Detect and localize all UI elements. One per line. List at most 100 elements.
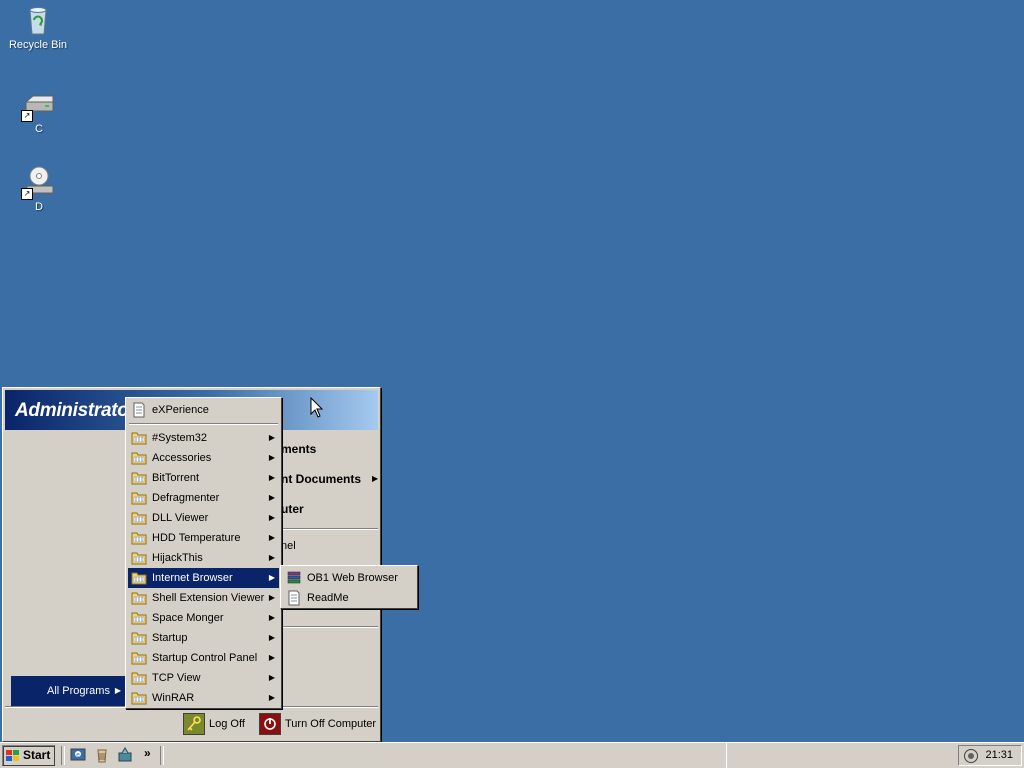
menu-item-dll-viewer[interactable]: DLL Viewer ▶ xyxy=(128,508,279,528)
mouse-cursor-icon xyxy=(310,396,324,422)
program-folder-icon xyxy=(131,430,147,446)
submenu-arrow-icon: ▶ xyxy=(268,513,275,522)
menu-item-label: ReadMe xyxy=(307,592,349,604)
submenu-arrow-icon: ▶ xyxy=(268,673,275,682)
menu-item-label: Startup xyxy=(152,632,188,644)
submenu-arrow-icon: ▶ xyxy=(268,453,275,462)
log-off-label: Log Off xyxy=(209,718,245,730)
desktop-icon-label: Recycle Bin xyxy=(8,39,68,51)
menu-item-hdd-temperature[interactable]: HDD Temperature ▶ xyxy=(128,528,279,548)
menu-item-label: DLL Viewer xyxy=(152,512,209,524)
desktop-icon-drive-c[interactable]: ↗ C xyxy=(1,88,77,135)
menu-item-label: Startup Control Panel xyxy=(152,652,258,664)
rar-stack-icon xyxy=(286,570,302,586)
program-folder-icon xyxy=(131,550,147,566)
desktop-icon-label: C xyxy=(35,123,43,135)
program-folder-icon xyxy=(131,490,147,506)
menu-item-label: eXPerience xyxy=(152,404,209,416)
submenu-arrow-icon: ▶ xyxy=(268,593,275,602)
divider xyxy=(283,528,378,530)
menu-item-startup[interactable]: Startup ▶ xyxy=(128,628,279,648)
menu-item-accessories[interactable]: Accessories ▶ xyxy=(128,448,279,468)
all-programs-label: All Programs xyxy=(47,685,110,697)
submenu-arrow-icon: ▶ xyxy=(268,613,275,622)
volume-icon[interactable] xyxy=(963,748,979,767)
start-item-my-computer[interactable]: uter xyxy=(281,502,304,516)
submenu-arrow-icon: ▶ xyxy=(268,653,275,662)
menu-item-ob1-web-browser[interactable]: OB1 Web Browser xyxy=(283,568,415,588)
menu-item-defragmenter[interactable]: Defragmenter ▶ xyxy=(128,488,279,508)
desktop-icon-recycle-bin[interactable]: Recycle Bin xyxy=(0,4,76,51)
submenu-arrow-icon: ▶ xyxy=(268,433,275,442)
menu-item-label: OB1 Web Browser xyxy=(307,572,398,584)
program-folder-icon xyxy=(131,530,147,546)
submenu-arrow-icon: ▶ xyxy=(268,473,275,482)
menu-item-label: BitTorrent xyxy=(152,472,200,484)
windows-logo-icon xyxy=(6,749,20,767)
menu-item-internet-browser[interactable]: Internet Browser ▶ xyxy=(128,568,279,588)
menu-item-space-monger[interactable]: Space Monger ▶ xyxy=(128,608,279,628)
power-icon xyxy=(259,713,281,735)
menu-item-label: #System32 xyxy=(152,432,208,444)
submenu-arrow-icon: ▶ xyxy=(268,573,275,582)
program-folder-icon xyxy=(131,610,147,626)
start-item-recent-documents[interactable]: nt Documents xyxy=(281,472,361,486)
menu-item-label: HDD Temperature xyxy=(152,532,241,544)
menu-item-system32[interactable]: #System32 ▶ xyxy=(128,428,279,448)
start-item-control-panel[interactable]: nel xyxy=(281,540,296,552)
start-item-my-documents[interactable]: ments xyxy=(281,442,316,456)
divider xyxy=(283,626,378,628)
submenu-arrow-icon: ▶ xyxy=(268,493,275,502)
menu-item-tcp-view[interactable]: TCP View ▶ xyxy=(128,668,279,688)
submenu-arrow-icon: ▶ xyxy=(268,693,275,702)
key-icon xyxy=(183,713,205,735)
shortcut-arrow-icon: ↗ xyxy=(21,110,33,122)
quick-launch-more-button[interactable]: » xyxy=(144,746,151,760)
program-folder-icon xyxy=(131,570,147,586)
taskbar: Start e » 21:31 xyxy=(0,742,1024,768)
recycle-quick-launch-icon[interactable] xyxy=(94,747,110,763)
system-tray: 21:31 xyxy=(958,745,1022,766)
recycle-bin-icon xyxy=(22,4,54,36)
hard-drive-icon: ↗ xyxy=(21,88,55,122)
menu-item-experience[interactable]: eXPerience xyxy=(128,400,279,420)
start-button[interactable]: Start xyxy=(2,745,55,766)
menu-item-winrar[interactable]: WinRAR ▶ xyxy=(128,688,279,708)
program-folder-icon xyxy=(131,510,147,526)
menu-item-label: Space Monger xyxy=(152,612,224,624)
submenu-arrow-icon: ▶ xyxy=(268,533,275,542)
tools-quick-launch-icon[interactable] xyxy=(117,747,133,763)
menu-item-bittorrent[interactable]: BitTorrent ▶ xyxy=(128,468,279,488)
menu-item-hijackthis[interactable]: HijackThis ▶ xyxy=(128,548,279,568)
svg-text:e: e xyxy=(76,752,80,759)
show-desktop-icon[interactable]: e xyxy=(70,747,86,763)
desktop-icon-label: D xyxy=(35,201,43,213)
program-folder-icon xyxy=(131,590,147,606)
divider xyxy=(129,423,278,425)
menu-item-readme[interactable]: ReadMe xyxy=(283,588,415,608)
menu-item-label: Accessories xyxy=(152,452,212,464)
document-icon xyxy=(131,402,147,418)
user-name: Administrator xyxy=(15,400,136,421)
program-folder-icon xyxy=(131,630,147,646)
clock: 21:31 xyxy=(985,749,1013,761)
start-label: Start xyxy=(23,748,51,762)
shortcut-arrow-icon: ↗ xyxy=(21,188,33,200)
menu-item-label: TCP View xyxy=(152,672,201,684)
document-icon xyxy=(286,590,302,606)
submenu-arrow-icon: ▶ xyxy=(268,633,275,642)
programs-menu: eXPerience #System32 ▶ Accessories ▶ BitTorr… xyxy=(125,397,282,709)
submenu-arrow-icon: ▶ xyxy=(268,553,275,562)
cd-drive-icon: ↗ xyxy=(21,166,55,200)
menu-item-label: Shell Extension Viewer xyxy=(152,592,265,604)
menu-item-label: HijackThis xyxy=(152,552,203,564)
menu-item-startup-control-panel[interactable]: Startup Control Panel ▶ xyxy=(128,648,279,668)
menu-item-shell-extension-viewer[interactable]: Shell Extension Viewer ▶ xyxy=(128,588,279,608)
all-programs-button[interactable]: All Programs ▶ xyxy=(11,676,125,706)
menu-item-label: Defragmenter xyxy=(152,492,220,504)
menu-item-label: WinRAR xyxy=(152,692,195,704)
desktop-icon-drive-d[interactable]: ↗ D xyxy=(1,166,77,213)
quick-launch-separator xyxy=(160,746,164,765)
program-folder-icon xyxy=(131,670,147,686)
program-folder-icon xyxy=(131,690,147,706)
